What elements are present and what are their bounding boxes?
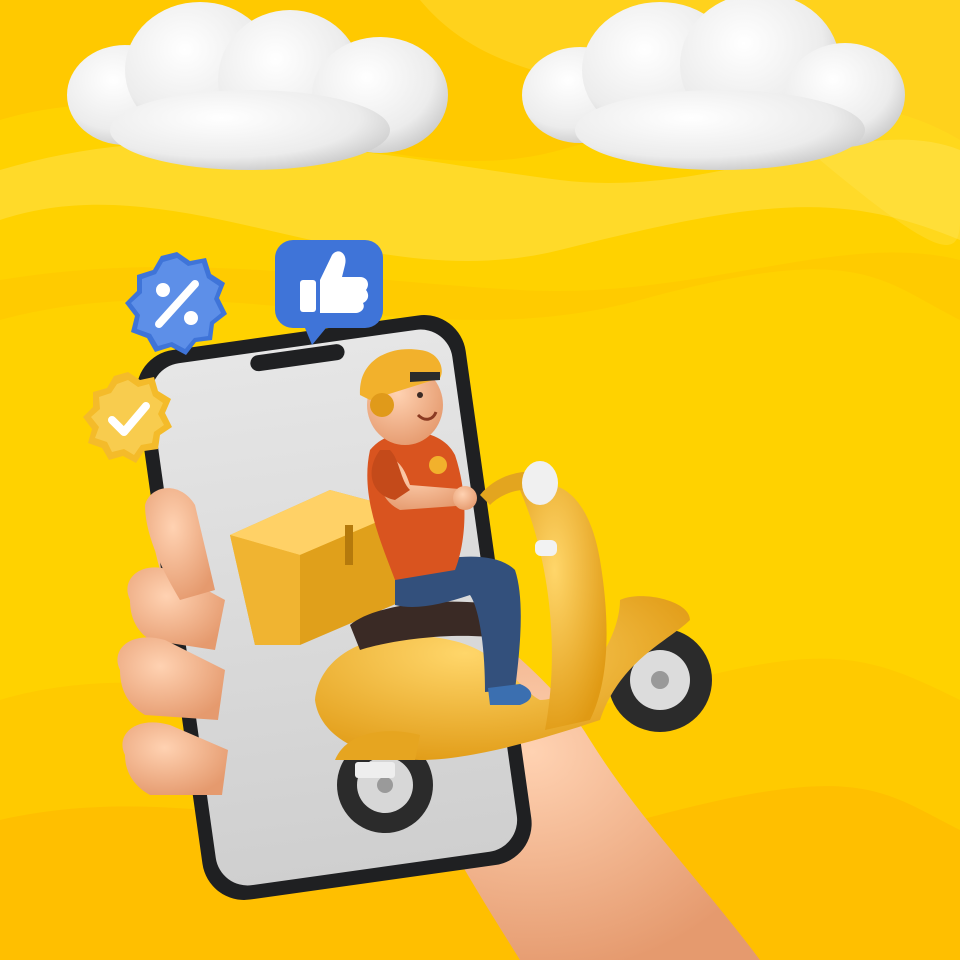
scene-canvas xyxy=(0,0,960,960)
delivery-illustration xyxy=(0,0,960,960)
